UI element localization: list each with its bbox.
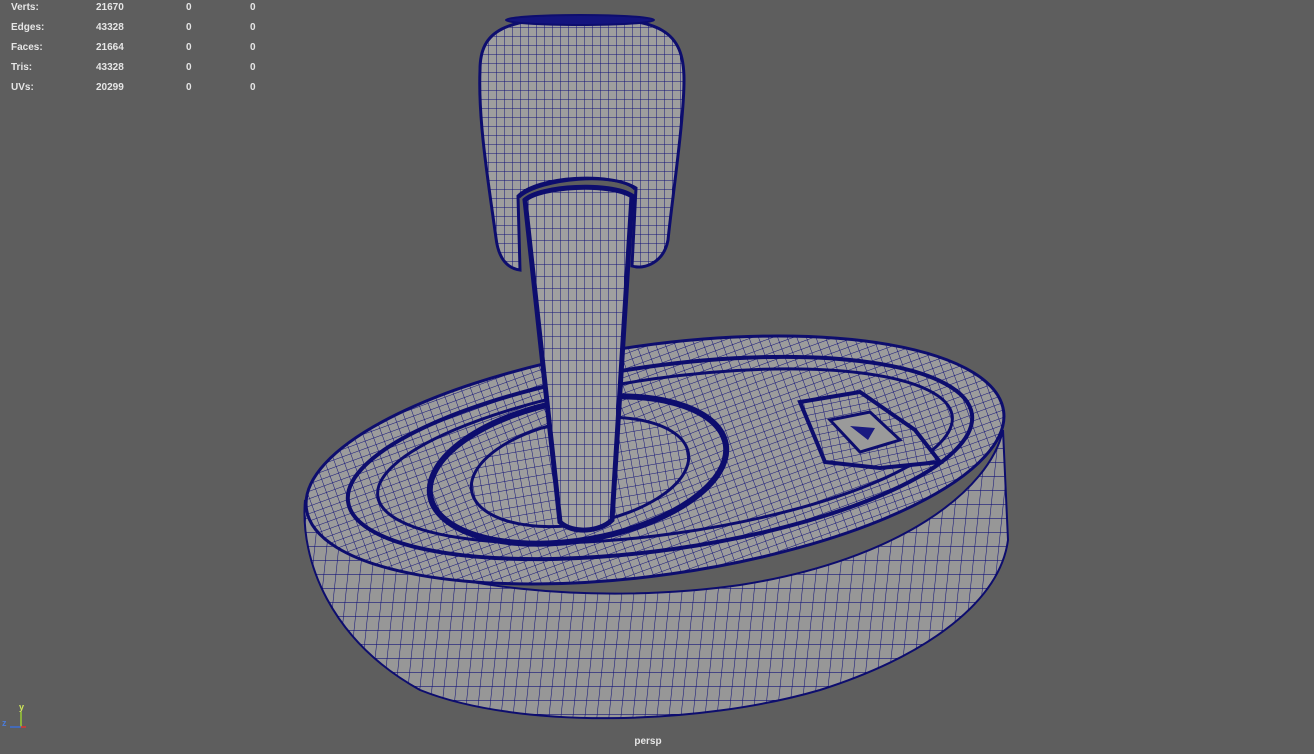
wireframe-mesh[interactable]: [0, 0, 1314, 754]
axis-y-label: y: [19, 702, 25, 712]
hud-total-value: 43328: [96, 22, 124, 33]
hud-component-value: 0: [250, 2, 256, 13]
hud-label: UVs:: [11, 82, 34, 93]
hud-component-value: 0: [250, 62, 256, 73]
hud-row-faces: Faces: 21664 0 0: [0, 40, 270, 60]
hud-selected-value: 0: [186, 2, 192, 13]
hud-selected-value: 0: [186, 42, 192, 53]
hud-selected-value: 0: [186, 62, 192, 73]
poly-count-hud: Verts: 21670 0 0 Edges: 43328 0 0 Faces:…: [0, 0, 270, 100]
hud-component-value: 0: [250, 22, 256, 33]
hud-selected-value: 0: [186, 22, 192, 33]
hud-label: Tris:: [11, 62, 33, 73]
hud-total-value: 21670: [96, 2, 124, 13]
hud-total-value: 21664: [96, 42, 124, 53]
hud-row-tris: Tris: 43328 0 0: [0, 60, 270, 80]
hud-label: Verts:: [11, 2, 39, 13]
camera-name-label: persp: [634, 736, 662, 747]
axis-z-label: z: [2, 718, 7, 728]
hud-selected-value: 0: [186, 82, 192, 93]
axis-gizmo-icon: y z: [2, 702, 28, 732]
hud-label: Faces:: [11, 42, 43, 53]
hud-component-value: 0: [250, 82, 256, 93]
3d-viewport[interactable]: Verts: 21670 0 0 Edges: 43328 0 0 Faces:…: [0, 0, 1314, 754]
hud-row-verts: Verts: 21670 0 0: [0, 0, 270, 20]
hud-row-uvs: UVs: 20299 0 0: [0, 80, 270, 100]
hud-total-value: 43328: [96, 62, 124, 73]
hud-total-value: 20299: [96, 82, 124, 93]
hud-component-value: 0: [250, 42, 256, 53]
hud-row-edges: Edges: 43328 0 0: [0, 20, 270, 40]
hud-label: Edges:: [11, 22, 45, 33]
